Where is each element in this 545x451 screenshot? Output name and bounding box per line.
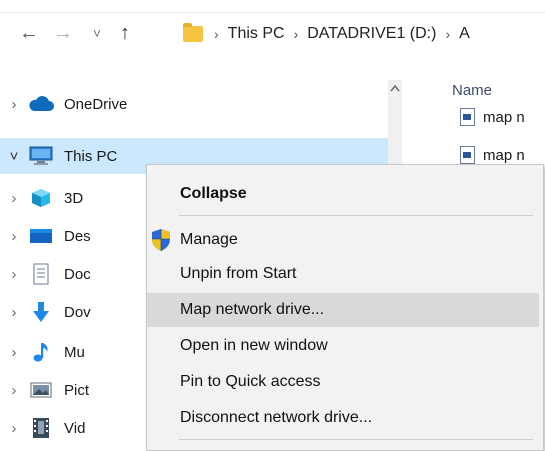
chevron-right-icon[interactable]: › [0,266,28,283]
downloads-icon [28,301,54,323]
menu-item-collapse[interactable]: Collapse [147,177,539,211]
3d-objects-icon [28,187,54,209]
breadcrumb-folder[interactable]: A [459,25,470,43]
menu-item-disconnect-network-drive[interactable]: Disconnect network drive... [147,401,539,435]
tree-item-label: Mu [64,343,85,361]
videos-icon [28,417,54,439]
tree-item-label: Pict [64,381,90,399]
desktop-icon [28,225,54,247]
scroll-up-icon[interactable] [386,78,404,98]
menu-separator [179,439,533,440]
chevron-right-icon[interactable]: › [0,420,28,437]
documents-icon [28,263,54,285]
menu-item-label: Collapse [180,185,247,202]
computer-icon [28,145,54,167]
menu-item-label: Open in new window [180,337,328,354]
breadcrumb-separator: › [214,26,219,42]
back-arrow-icon: ← [19,21,39,44]
menu-item-label: Manage [180,231,238,248]
back-button[interactable]: ← [16,20,42,46]
chevron-right-icon[interactable]: › [0,190,28,207]
menu-item-open-in-new-window[interactable]: Open in new window [147,329,539,363]
up-arrow-icon: ↑ [120,21,130,44]
chevron-right-icon[interactable]: › [0,344,28,361]
tree-item-onedrive[interactable]: › OneDrive [0,86,390,122]
window-top-edge [0,0,545,13]
file-name: map n [483,146,525,164]
uac-shield-icon [151,228,171,252]
menu-item-pin-to-quick-access[interactable]: Pin to Quick access [147,365,539,399]
file-icon [460,146,475,164]
menu-item-map-network-drive[interactable]: Map network drive... [147,293,539,327]
name-column-header[interactable]: Name [452,82,492,99]
up-button[interactable]: ↑ [112,20,138,46]
tree-item-label: This PC [64,147,118,165]
menu-separator [179,215,533,216]
menu-item-label: Map network drive... [180,301,325,318]
context-menu: Collapse Manage Unpin from Start Map net… [146,164,544,451]
chevron-right-icon[interactable]: › [0,228,28,245]
file-name: map n [483,108,525,126]
menu-item-manage[interactable]: Manage [147,223,539,257]
menu-item-label: Pin to Quick access [180,373,321,390]
music-icon [28,341,54,363]
forward-button[interactable]: → [50,20,76,46]
tree-item-label: Doc [64,265,91,283]
chevron-right-icon[interactable]: › [0,96,28,113]
file-icon [460,108,475,126]
tree-item-label: Dov [64,303,91,321]
chevron-down-icon: ˅ [92,25,102,41]
recent-locations-button[interactable]: ˅ [84,20,110,46]
tree-item-label: Vid [64,419,86,437]
chevron-right-icon[interactable]: › [0,304,28,321]
tree-item-label: 3D [64,189,84,207]
address-bar[interactable]: › This PC › DATADRIVE1 (D:) › A [183,18,545,50]
tree-item-label: OneDrive [64,95,128,113]
breadcrumb-datadrive1[interactable]: DATADRIVE1 (D:) [307,25,436,43]
breadcrumb-separator: › [445,26,451,42]
breadcrumb-this-pc[interactable]: This PC [228,25,285,43]
file-row[interactable]: map n [460,104,525,130]
chevron-down-icon[interactable]: ˅ [0,148,28,165]
menu-item-unpin-from-start[interactable]: Unpin from Start [147,257,539,291]
breadcrumb-separator: › [293,26,299,42]
menu-item-label: Disconnect network drive... [180,409,373,426]
chevron-right-icon[interactable]: › [0,382,28,399]
forward-arrow-icon: → [53,21,73,44]
cloud-icon [28,93,54,115]
menu-item-label: Unpin from Start [180,265,297,282]
folder-icon [183,23,203,42]
tree-item-label: Des [64,227,91,245]
pictures-icon [28,379,54,401]
